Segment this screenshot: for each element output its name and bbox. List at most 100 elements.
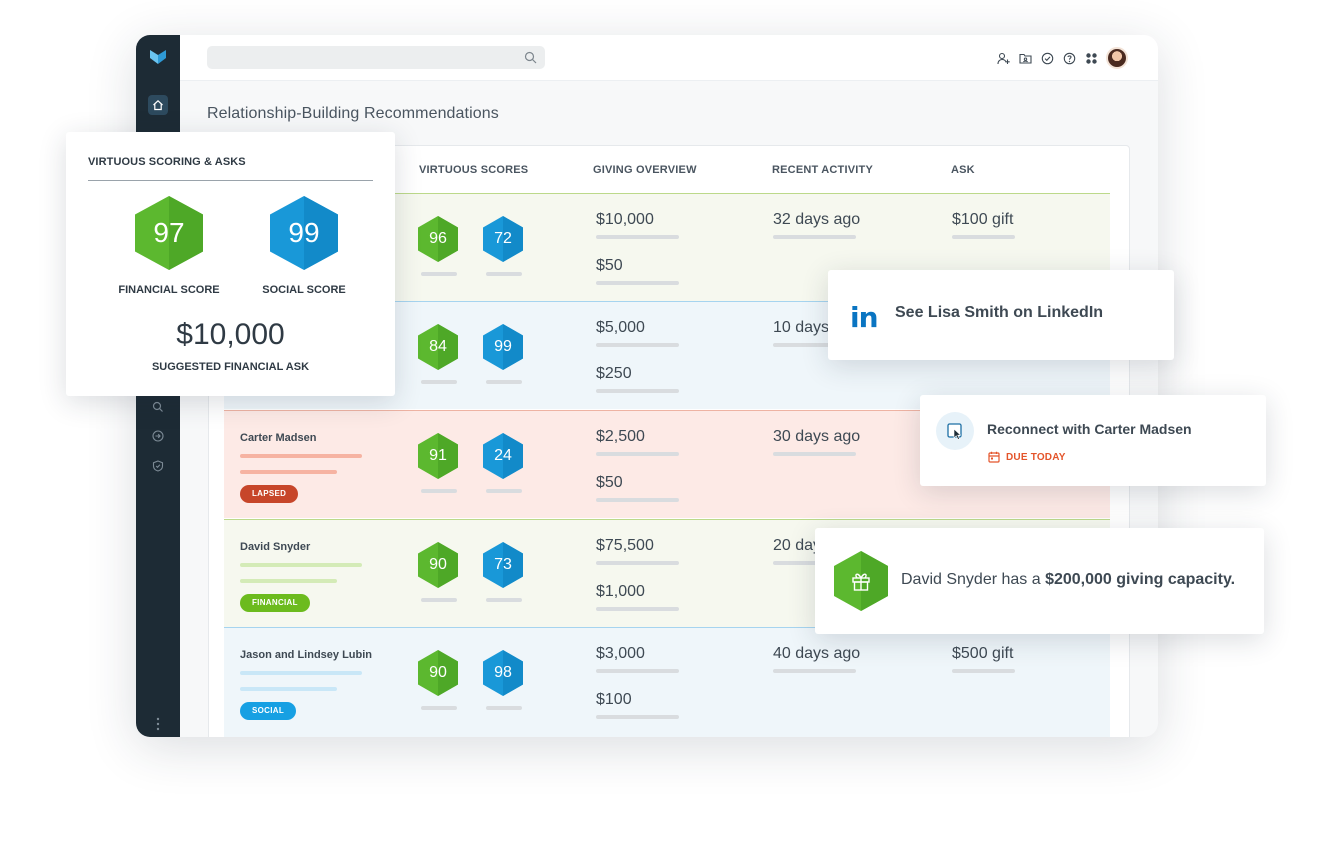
score-bar — [421, 272, 457, 276]
score-bar — [421, 489, 457, 493]
giving-bar — [596, 498, 679, 502]
due-indicator: DUE TODAY — [988, 451, 1066, 463]
recent-activity: 30 days ago — [773, 428, 861, 445]
giving-total: $2,500 — [596, 428, 645, 445]
giving-total: $75,500 — [596, 537, 654, 554]
linkedin-link[interactable]: See Lisa Smith on LinkedIn — [895, 304, 1103, 322]
more-vertical-icon[interactable] — [156, 717, 160, 731]
ask-value: $500 gift — [952, 645, 1014, 662]
score-bar — [421, 380, 457, 384]
column-header-scores: VIRTUOUS SCORES — [419, 164, 529, 176]
giving-bar — [596, 343, 679, 347]
name-bar — [240, 579, 337, 583]
social-score-badge: 24 — [482, 432, 524, 480]
financial-score-badge: 97 — [134, 195, 204, 271]
topbar-actions — [996, 47, 1128, 69]
score-bar — [486, 380, 522, 384]
financial-score-label: FINANCIAL SCORE — [118, 284, 220, 296]
divider — [88, 180, 373, 181]
score-bar — [486, 706, 522, 710]
linkedin-card[interactable]: in See Lisa Smith on LinkedIn — [828, 270, 1174, 360]
help-icon[interactable] — [1062, 51, 1076, 65]
recent-activity: 40 days ago — [773, 645, 861, 662]
giving-bar — [596, 607, 679, 611]
giving-bar — [596, 389, 679, 393]
calendar-icon — [988, 451, 1000, 463]
donor-name[interactable]: Jason and Lindsey Lubin — [240, 649, 372, 661]
giving-bar — [596, 452, 679, 456]
giving-total: $5,000 — [596, 319, 645, 336]
giving-capacity-text: David Snyder has a $200,000 giving capac… — [901, 571, 1236, 588]
avatar[interactable] — [1106, 47, 1128, 69]
ask-bar — [952, 235, 1015, 239]
ask-bar — [952, 669, 1015, 673]
stage: Relationship-Building Recommendations VI… — [0, 0, 1340, 850]
login-icon[interactable] — [148, 426, 168, 446]
recent-bar — [773, 669, 856, 673]
name-bar — [240, 671, 362, 675]
ask-value: $100 gift — [952, 211, 1014, 228]
task-cursor-icon — [936, 412, 974, 450]
giving-bar — [596, 281, 679, 285]
topbar — [180, 35, 1158, 81]
suggested-ask-amount: $10,000 — [176, 318, 285, 351]
social-score-badge: 99 — [482, 323, 524, 371]
suggested-ask-label: SUGGESTED FINANCIAL ASK — [151, 361, 310, 373]
column-header-ask: ASK — [951, 164, 975, 176]
financial-score-badge: 96 — [417, 215, 459, 263]
page-title: Relationship-Building Recommendations — [207, 105, 499, 122]
recent-bar — [773, 452, 856, 456]
giving-last: $250 — [596, 365, 632, 382]
giving-last: $1,000 — [596, 583, 645, 600]
social-score-label: SOCIAL SCORE — [262, 284, 346, 296]
giving-last: $50 — [596, 257, 623, 274]
home-icon[interactable] — [148, 95, 168, 115]
reconnect-card[interactable]: Reconnect with Carter Madsen DUE TODAY — [920, 395, 1266, 486]
check-circle-icon[interactable] — [1040, 51, 1054, 65]
social-score-badge: 98 — [482, 649, 524, 697]
financial-score-badge: 91 — [417, 432, 459, 480]
name-bar — [240, 687, 337, 691]
virtuous-logo[interactable] — [149, 49, 167, 65]
social-score-badge: 99 — [269, 195, 339, 271]
giving-total: $3,000 — [596, 645, 645, 662]
status-badge: LAPSED — [240, 485, 299, 503]
table-row[interactable]: Jason and Lindsey Lubin SOCIAL 90 98 $3,… — [224, 627, 1110, 737]
donor-name[interactable]: David Snyder — [240, 541, 310, 553]
score-bar — [421, 598, 457, 602]
score-bar — [486, 272, 522, 276]
recent-bar — [773, 235, 856, 239]
reconnect-task-title[interactable]: Reconnect with Carter Madsen — [987, 421, 1192, 437]
social-score-badge: 73 — [482, 541, 524, 589]
financial-score-badge: 90 — [417, 541, 459, 589]
score-bar — [486, 489, 522, 493]
giving-bar — [596, 715, 679, 719]
folder-icon[interactable] — [1018, 51, 1032, 65]
name-bar — [240, 454, 362, 458]
linkedin-icon: in — [850, 301, 879, 334]
recent-activity: 10 days — [773, 319, 830, 336]
search-icon[interactable] — [524, 51, 537, 64]
recent-activity: 20 day — [773, 537, 822, 554]
scoring-card-title: VIRTUOUS SCORING & ASKS — [88, 156, 246, 168]
search-input[interactable] — [207, 46, 545, 69]
scoring-card: VIRTUOUS SCORING & ASKS 97 99 FINANCIAL … — [66, 132, 395, 396]
add-user-icon[interactable] — [996, 51, 1010, 65]
giving-total: $10,000 — [596, 211, 654, 228]
giving-bar — [596, 561, 679, 565]
shield-icon[interactable] — [148, 456, 168, 476]
name-bar — [240, 563, 362, 567]
search-icon[interactable] — [148, 397, 168, 417]
donor-name[interactable]: Carter Madsen — [240, 432, 316, 444]
giving-bar — [596, 669, 679, 673]
status-badge: SOCIAL — [240, 702, 297, 720]
recent-activity: 32 days ago — [773, 211, 861, 228]
giving-capacity-card[interactable]: David Snyder has a $200,000 giving capac… — [815, 528, 1264, 634]
giving-last: $50 — [596, 474, 623, 491]
giving-capacity-amount: $200,000 giving capacity. — [1045, 571, 1236, 588]
status-badge: FINANCIAL — [240, 594, 310, 612]
apps-icon[interactable] — [1084, 51, 1098, 65]
giving-last: $100 — [596, 691, 632, 708]
due-label: DUE TODAY — [1006, 451, 1066, 463]
score-bar — [421, 706, 457, 710]
